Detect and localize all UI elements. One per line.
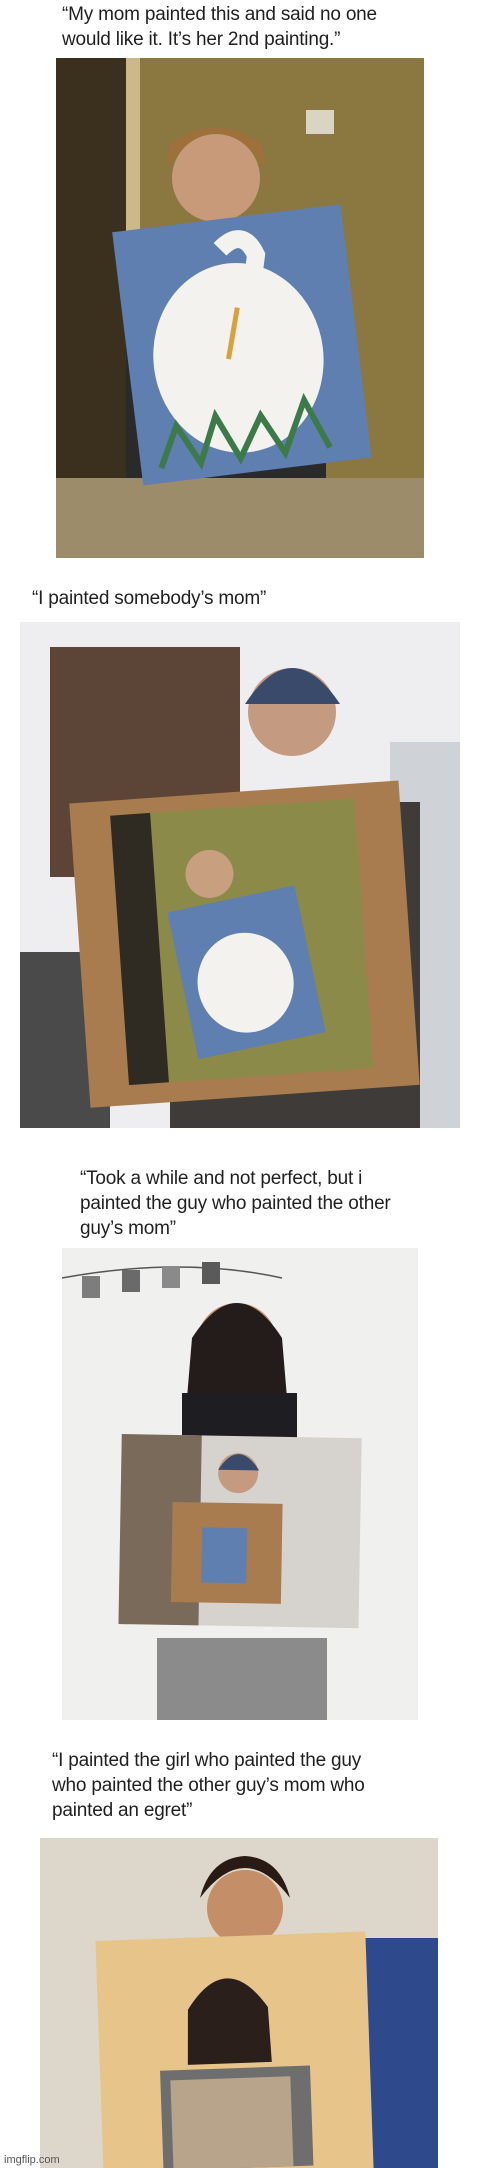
photo-2-man-with-mom-painting xyxy=(20,622,460,1128)
photo-1-woman-with-egret-painting xyxy=(56,58,424,558)
photo-3-woman-with-man-painting xyxy=(62,1248,418,1720)
caption-2: “I painted somebody’s mom” xyxy=(32,588,267,609)
photo-4-man-with-girl-painting xyxy=(40,1838,438,2168)
caption-3: “Took a while and not perfect, but i pai… xyxy=(80,1168,391,1239)
watermark: imgflip.com xyxy=(4,2154,60,2166)
caption-4: “I painted the girl who painted the guy … xyxy=(52,1750,365,1821)
caption-1: “My mom painted this and said no one wou… xyxy=(62,4,377,50)
